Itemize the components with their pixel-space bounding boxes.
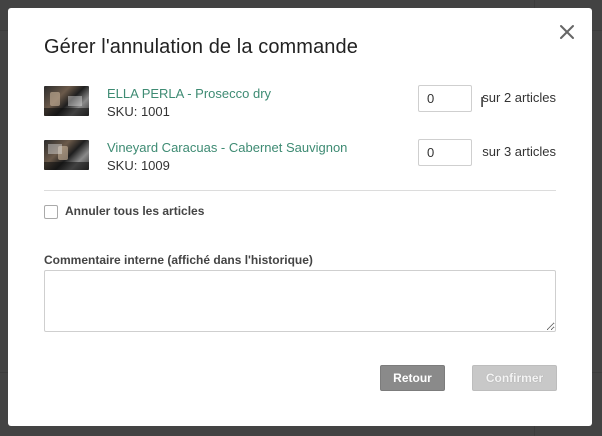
cancel-quantity-input[interactable] <box>418 139 472 166</box>
product-thumbnail <box>44 140 89 170</box>
cancel-quantity-input[interactable] <box>418 85 472 112</box>
product-sku: SKU: 1009 <box>107 158 170 173</box>
product-sku: SKU: 1001 <box>107 104 170 119</box>
dialog-title: Gérer l'annulation de la commande <box>44 36 358 58</box>
cancel-all-checkbox[interactable] <box>44 205 58 219</box>
order-item-row: Vineyard Caracuas - Cabernet Sauvignon S… <box>44 139 556 174</box>
text-cursor-icon: I <box>480 94 485 111</box>
comment-label: Commentaire interne (affiché dans l'hist… <box>44 253 313 267</box>
product-name-link[interactable]: ELLA PERLA - Prosecco dry <box>107 86 271 101</box>
internal-comment-textarea[interactable] <box>44 270 556 332</box>
confirm-button[interactable]: Confirmer <box>472 365 557 391</box>
product-thumbnail <box>44 86 89 116</box>
section-divider <box>44 190 556 191</box>
product-name-link[interactable]: Vineyard Caracuas - Cabernet Sauvignon <box>107 140 347 155</box>
cancel-all-label[interactable]: Annuler tous les articles <box>65 204 204 218</box>
back-button[interactable]: Retour <box>380 365 445 391</box>
quantity-total-label: sur 2 articles <box>482 90 556 105</box>
close-icon <box>560 25 574 39</box>
cancel-order-dialog: Gérer l'annulation de la commande ELLA P… <box>8 8 592 426</box>
close-button[interactable] <box>558 23 576 41</box>
quantity-total-label: sur 3 articles <box>482 144 556 159</box>
